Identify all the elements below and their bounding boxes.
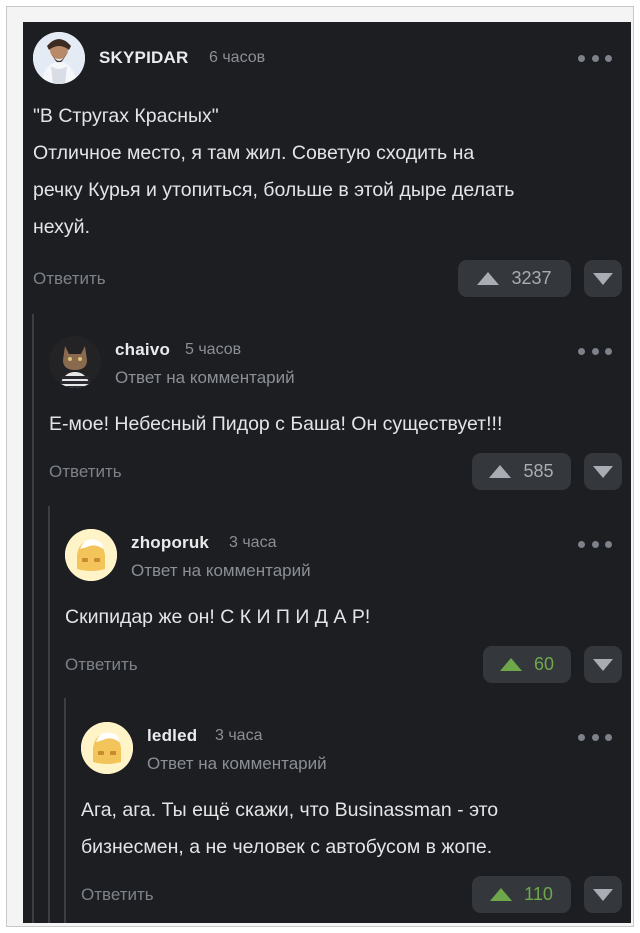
more-options-icon[interactable] xyxy=(578,347,612,355)
comment-text-line: нехуй. xyxy=(33,216,90,238)
more-options-icon[interactable] xyxy=(578,733,612,741)
comments-thread: SKYPIDAR 6 часов "В Стругах Красных" Отл… xyxy=(23,22,631,923)
timestamp: 5 часов xyxy=(185,341,242,358)
avatar-image xyxy=(81,722,133,774)
rating-count: 60 xyxy=(533,654,555,674)
rating-count: 110 xyxy=(524,884,553,904)
downvote-button[interactable] xyxy=(584,453,622,490)
thread-line[interactable] xyxy=(64,698,66,923)
arrow-down-icon xyxy=(593,658,613,671)
comment-text: Ага, ага. Ты ещё скажи, что Businassman … xyxy=(81,792,623,866)
comment-text-line: Е-мое! Небесный Пидор с Баша! Он существ… xyxy=(49,413,503,435)
arrow-up-icon xyxy=(489,465,512,478)
screenshot-frame: SKYPIDAR 6 часов "В Стругах Красных" Отл… xyxy=(6,6,634,927)
downvote-button[interactable] xyxy=(584,260,622,297)
timestamp: 6 часов xyxy=(209,49,266,66)
reply-button[interactable]: Ответить xyxy=(33,269,106,289)
avatar-image xyxy=(65,529,117,581)
avatar[interactable] xyxy=(49,336,101,388)
comment-text: "В Стругах Красных" Отличное место, я та… xyxy=(33,98,623,246)
upvote-button[interactable]: 3237 xyxy=(458,260,571,297)
comment-text: Скипидар же он! С К И П И Д А Р! xyxy=(65,599,623,636)
username[interactable]: zhoporuk xyxy=(131,533,209,553)
downvote-button[interactable] xyxy=(584,646,622,683)
avatar[interactable] xyxy=(81,722,133,774)
more-options-icon[interactable] xyxy=(578,54,612,62)
username[interactable]: chaivo xyxy=(115,340,170,360)
timestamp: 3 часа xyxy=(215,727,263,744)
reply-button[interactable]: Ответить xyxy=(65,655,138,675)
thread-line[interactable] xyxy=(32,314,34,923)
upvote-button[interactable]: 60 xyxy=(483,646,571,683)
arrow-down-icon xyxy=(593,888,613,901)
comment-text-line: речку Курья и утопиться, больше в этой д… xyxy=(33,179,515,201)
more-options-icon[interactable] xyxy=(578,540,612,548)
avatar-image xyxy=(49,336,101,388)
thread-line[interactable] xyxy=(48,506,50,923)
avatar[interactable] xyxy=(65,529,117,581)
arrow-down-icon xyxy=(593,272,613,285)
reply-to-label[interactable]: Ответ на комментарий xyxy=(131,561,311,581)
comment-text-line: "В Стругах Красных" xyxy=(33,105,219,127)
arrow-up-icon xyxy=(477,272,500,285)
comment-text: Е-мое! Небесный Пидор с Баша! Он существ… xyxy=(49,406,623,443)
timestamp: 3 часа xyxy=(229,534,277,551)
comment-text-line: Ага, ага. Ты ещё скажи, что Businassman … xyxy=(81,799,499,821)
reply-button[interactable]: Ответить xyxy=(81,885,154,905)
username[interactable]: SKYPIDAR xyxy=(99,48,188,68)
reply-to-label[interactable]: Ответ на комментарий xyxy=(147,754,327,774)
rating-count: 3237 xyxy=(511,268,552,288)
avatar-image xyxy=(33,32,85,84)
comment-text-line: бизнесмен, а не человек с автобусом в жо… xyxy=(81,836,493,858)
downvote-button[interactable] xyxy=(584,876,622,913)
arrow-down-icon xyxy=(593,465,613,478)
reply-button[interactable]: Ответить xyxy=(49,462,122,482)
reply-to-label[interactable]: Ответ на комментарий xyxy=(115,368,295,388)
rating-count: 585 xyxy=(523,461,554,481)
arrow-up-icon xyxy=(499,658,522,671)
arrow-up-icon xyxy=(490,888,513,901)
username[interactable]: ledled xyxy=(147,726,197,746)
comment-text-line: Отличное место, я там жил. Советую сходи… xyxy=(33,142,475,164)
avatar[interactable] xyxy=(33,32,85,84)
upvote-button[interactable]: 110 xyxy=(472,876,571,913)
comment-text-line: Скипидар же он! С К И П И Д А Р! xyxy=(65,606,371,628)
upvote-button[interactable]: 585 xyxy=(472,453,571,490)
